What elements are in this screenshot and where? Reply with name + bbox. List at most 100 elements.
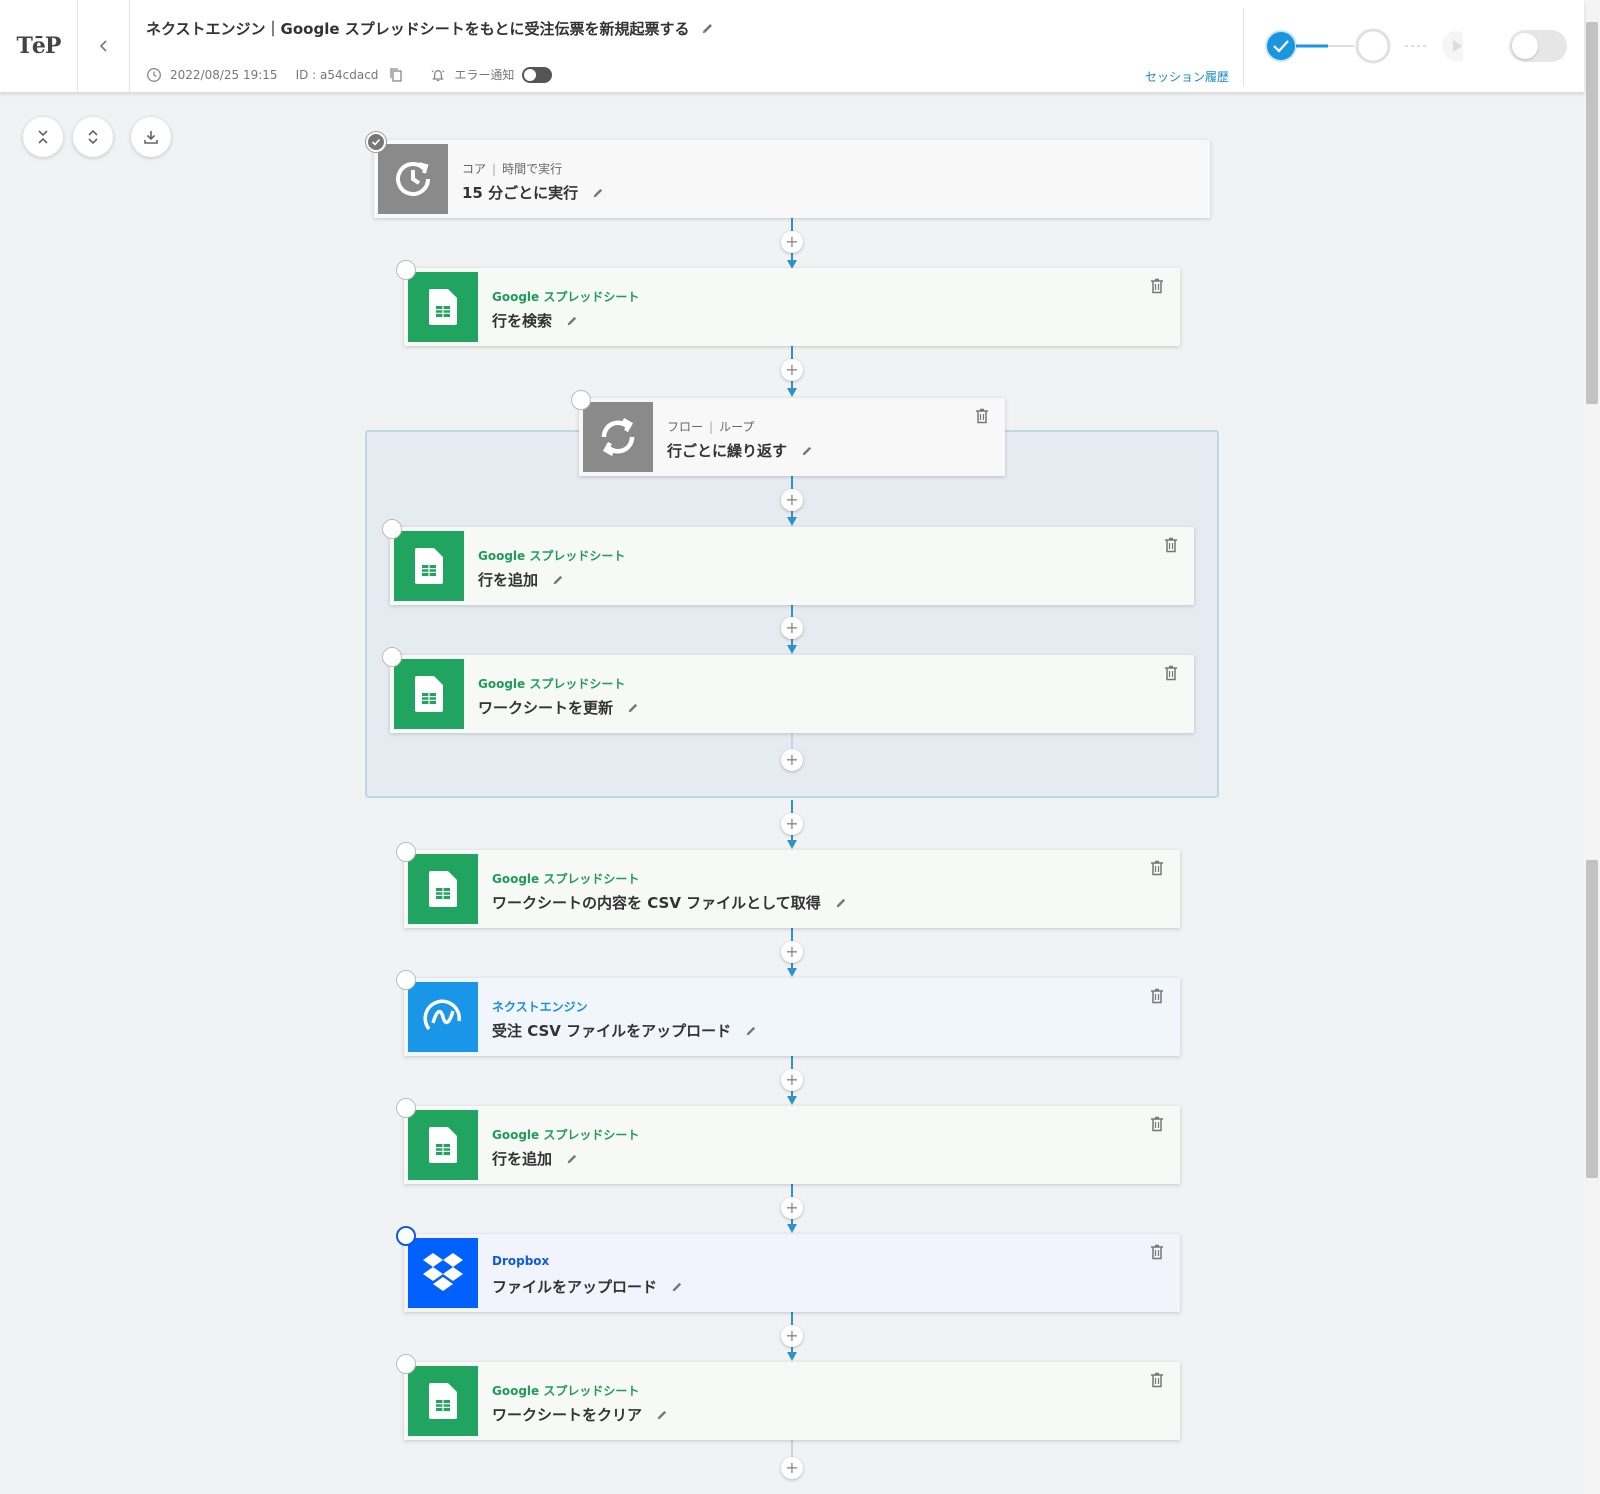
step-card-sheets-add-row[interactable]: Google スプレッドシート 行を追加 xyxy=(382,519,1194,605)
clock-icon xyxy=(146,67,162,83)
google-sheets-icon xyxy=(408,1110,478,1180)
edit-pencil-icon[interactable] xyxy=(627,702,639,714)
step-service-label: Google スプレッドシート xyxy=(478,549,626,563)
loop-icon xyxy=(583,402,653,472)
step-card-dropbox-upload[interactable]: Dropbox ファイルをアップロード xyxy=(396,1226,1180,1312)
flow-arrow-icon xyxy=(787,968,797,977)
edit-pencil-icon[interactable] xyxy=(566,315,578,327)
flow-arrow-icon xyxy=(787,1224,797,1233)
status-circle[interactable] xyxy=(396,260,416,280)
tepra-logo[interactable]: TēP xyxy=(0,0,78,92)
error-notify-label: エラー通知 xyxy=(454,68,515,82)
trash-icon[interactable] xyxy=(1150,278,1164,294)
edit-pencil-icon[interactable] xyxy=(745,1025,757,1037)
status-done-check-icon[interactable] xyxy=(366,132,386,152)
step-card-sheets-csv[interactable]: Google スプレッドシート ワークシートの内容を CSV ファイルとして取得 xyxy=(396,842,1180,928)
step-card-sheets-search[interactable]: Google スプレッドシート 行を検索 xyxy=(396,260,1180,346)
status-circle[interactable] xyxy=(396,970,416,990)
workflow-progress-indicator xyxy=(1265,28,1463,64)
step-action-label: ファイルをアップロード xyxy=(492,1276,683,1297)
edit-title-pencil-icon[interactable] xyxy=(701,22,714,35)
dropbox-icon xyxy=(408,1238,478,1308)
step-pending-circle xyxy=(1355,28,1391,64)
workflow-meta: 2022/08/25 19:15 ID : a54cdacd エラー通知 xyxy=(146,66,553,83)
step-action-label: 行ごとに繰り返す xyxy=(667,440,813,461)
step-card-sheets-clear[interactable]: Google スプレッドシート ワークシートをクリア xyxy=(396,1354,1180,1440)
scrollbar-thumb-lower[interactable] xyxy=(1586,860,1598,1178)
flow-arrow-icon xyxy=(787,517,797,526)
status-circle[interactable] xyxy=(396,1226,416,1246)
step-service-label: コア | 時間で実行 xyxy=(462,162,563,176)
edit-pencil-icon[interactable] xyxy=(835,897,847,909)
add-step-plus-icon[interactable]: + xyxy=(781,813,803,835)
chevron-left-icon xyxy=(99,40,107,52)
clock-refresh-icon xyxy=(378,144,448,214)
google-sheets-icon xyxy=(408,1366,478,1436)
step-action-label: 受注 CSV ファイルをアップロード xyxy=(492,1020,757,1041)
step-service-label: Google スプレッドシート xyxy=(492,1384,640,1398)
step-service-label: Google スプレッドシート xyxy=(492,1128,640,1142)
step-action-label: 行を追加 xyxy=(478,569,564,590)
workflow-enable-toggle[interactable] xyxy=(1509,30,1567,62)
download-icon xyxy=(144,131,158,144)
step-action-label: ワークシートの内容を CSV ファイルとして取得 xyxy=(492,892,847,913)
status-circle[interactable] xyxy=(396,842,416,862)
step-service-label: ネクストエンジン xyxy=(492,1000,588,1014)
app-header: TēP ネクストエンジン｜Google スプレッドシートをもとに受注伝票を新規起… xyxy=(0,0,1584,92)
session-history-link[interactable]: セッション履歴 xyxy=(1145,68,1229,85)
step-service-label: Dropbox xyxy=(492,1254,550,1268)
trash-icon[interactable] xyxy=(1164,665,1178,681)
step-card-loop[interactable]: フロー | ループ 行ごとに繰り返す xyxy=(571,390,1005,476)
status-circle[interactable] xyxy=(571,390,591,410)
add-step-plus-icon[interactable]: + xyxy=(781,231,803,253)
edit-pencil-icon[interactable] xyxy=(656,1409,668,1421)
add-step-plus-icon[interactable]: + xyxy=(781,1457,803,1479)
status-circle[interactable] xyxy=(396,1354,416,1374)
header-divider xyxy=(1243,8,1244,86)
add-step-plus-icon[interactable]: + xyxy=(781,941,803,963)
flow-arrow-icon xyxy=(787,1096,797,1105)
google-sheets-icon xyxy=(408,272,478,342)
edit-pencil-icon[interactable] xyxy=(671,1281,683,1293)
edit-pencil-icon[interactable] xyxy=(801,445,813,457)
google-sheets-icon xyxy=(394,531,464,601)
step-action-label: 行を追加 xyxy=(492,1148,578,1169)
edit-pencil-icon[interactable] xyxy=(592,187,604,199)
step-card-next-engine-upload[interactable]: ネクストエンジン 受注 CSV ファイルをアップロード xyxy=(396,970,1180,1056)
status-circle[interactable] xyxy=(382,647,402,667)
add-step-plus-icon[interactable]: + xyxy=(781,1069,803,1091)
scrollbar-thumb-top[interactable] xyxy=(1586,22,1598,404)
trash-icon[interactable] xyxy=(1150,1116,1164,1132)
trash-icon[interactable] xyxy=(1150,860,1164,876)
trash-icon[interactable] xyxy=(1150,1244,1164,1260)
flow-arrow-icon xyxy=(787,840,797,849)
trash-icon[interactable] xyxy=(1150,1372,1164,1388)
add-step-plus-icon[interactable]: + xyxy=(781,1325,803,1347)
add-step-plus-icon[interactable]: + xyxy=(781,749,803,771)
step-card-sheets-add-row-2[interactable]: Google スプレッドシート 行を追加 xyxy=(396,1098,1180,1184)
copy-icon[interactable] xyxy=(388,67,404,83)
edit-pencil-icon[interactable] xyxy=(566,1153,578,1165)
add-step-plus-icon[interactable]: + xyxy=(781,489,803,511)
collapse-all-button[interactable] xyxy=(23,117,63,157)
error-notify-toggle[interactable] xyxy=(522,66,553,83)
expand-all-button[interactable] xyxy=(73,117,113,157)
back-button[interactable] xyxy=(78,0,130,92)
bell-icon xyxy=(430,67,446,83)
add-step-plus-icon[interactable]: + xyxy=(781,617,803,639)
trash-icon[interactable] xyxy=(975,408,989,424)
step-service-label: Google スプレッドシート xyxy=(492,872,640,886)
step-action-label: 15 分ごとに実行 xyxy=(462,182,604,203)
next-engine-icon xyxy=(408,982,478,1052)
step-card-sheets-update[interactable]: Google スプレッドシート ワークシートを更新 xyxy=(382,647,1194,733)
trash-icon[interactable] xyxy=(1150,988,1164,1004)
status-circle[interactable] xyxy=(396,1098,416,1118)
trash-icon[interactable] xyxy=(1164,537,1178,553)
step-card-trigger[interactable]: コア | 時間で実行 15 分ごとに実行 xyxy=(366,132,1210,218)
download-button[interactable] xyxy=(131,117,171,157)
add-step-plus-icon[interactable]: + xyxy=(781,1197,803,1219)
status-circle[interactable] xyxy=(382,519,402,539)
add-step-plus-icon[interactable]: + xyxy=(781,359,803,381)
edit-pencil-icon[interactable] xyxy=(552,574,564,586)
workflow-title-row: ネクストエンジン｜Google スプレッドシートをもとに受注伝票を新規起票する xyxy=(146,18,714,39)
